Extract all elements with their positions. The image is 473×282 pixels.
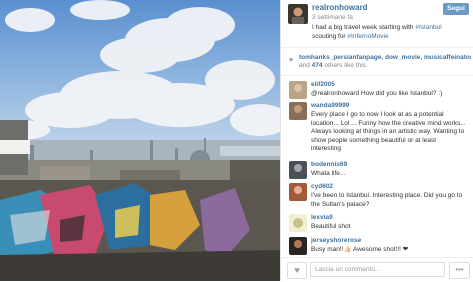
comment-text: Busy man!!👍🏻 Awesome shot!!! ❤ — [311, 246, 409, 253]
comment-username[interactable]: wanda99999 — [311, 102, 349, 111]
comment-username[interactable]: bodennis69 — [311, 161, 347, 170]
avatar[interactable] — [289, 161, 307, 179]
comment-text: @realronhoward How did you like Istanbul… — [311, 90, 443, 97]
hashtag-infernomovie[interactable]: #InfernoMovie — [347, 33, 388, 40]
avatar[interactable] — [289, 81, 307, 99]
avatar[interactable] — [289, 214, 307, 232]
comment-bar: ♥ Lascia un commento... ••• — [281, 257, 473, 282]
heart-outline-icon[interactable]: ♥ — [287, 262, 307, 279]
post-photo[interactable] — [0, 0, 280, 281]
avatar[interactable] — [289, 237, 307, 255]
likes-section: ♥ tomhanks_persianfanpage, dow_movie, mu… — [281, 48, 473, 76]
likes-count: and 474 others like this. — [299, 62, 368, 69]
more-options-button[interactable]: ••• — [449, 262, 470, 279]
comment-username[interactable]: jerseyshorerose — [311, 237, 361, 246]
caption-mid: scouting for — [312, 33, 346, 40]
post-username[interactable]: realronhoward — [312, 3, 368, 12]
heart-icon: ♥ — [289, 57, 294, 64]
comment-text: Beautiful shot — [311, 223, 351, 230]
post-details-panel: realronhoward Segui 3 settimane fa I had… — [280, 0, 473, 281]
comment-input[interactable]: Lascia un commento... — [310, 262, 445, 277]
follow-button[interactable]: Segui — [443, 3, 469, 15]
likes-number[interactable]: 474 — [312, 62, 323, 69]
comment-text: I've been to Istanbul. Interesting place… — [311, 192, 463, 208]
comment-username[interactable]: lexvia9 — [311, 214, 333, 223]
post-header: realronhoward Segui 3 settimane fa I had… — [281, 0, 473, 48]
comment-username[interactable]: cyd602 — [311, 183, 333, 192]
avatar[interactable] — [288, 4, 308, 24]
avatar[interactable] — [289, 102, 307, 120]
hashtag-istanbul[interactable]: #Istanbul — [415, 24, 441, 31]
comment-text: Whata life... — [311, 170, 346, 177]
post-time-ago: 3 settimane fa — [312, 14, 353, 21]
caption-text: I had a big travel week starting with — [312, 24, 414, 31]
avatar[interactable] — [289, 183, 307, 201]
comment-text: Every place I go to now I look at as a p… — [311, 111, 466, 152]
comment-username[interactable]: elif2005 — [311, 81, 335, 90]
post-caption: I had a big travel week starting with #I… — [312, 23, 462, 41]
